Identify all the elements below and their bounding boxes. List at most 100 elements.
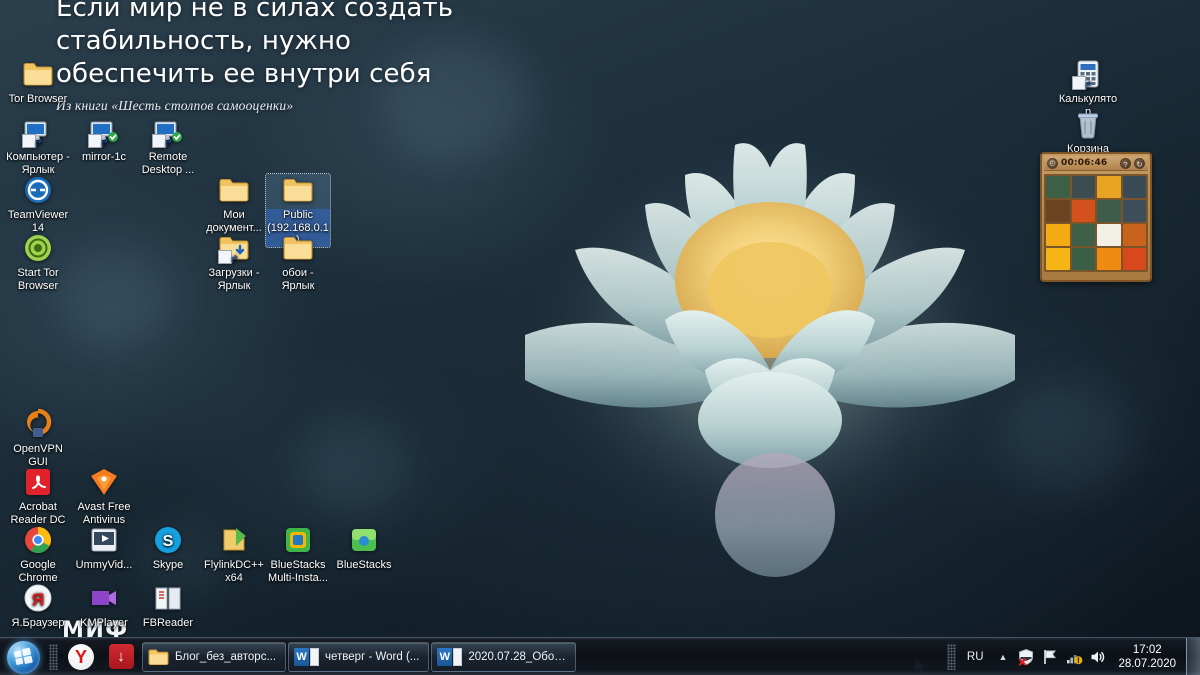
gadget-help-button[interactable]: ? [1120, 157, 1131, 169]
desktop-icon-flylinkdc[interactable]: FlylinkDC++ x64 [202, 524, 266, 584]
puzzle-tile[interactable] [1097, 200, 1121, 222]
kmplayer-icon [88, 582, 120, 614]
desktop-icon-label: Мои документ... [206, 209, 262, 234]
bokeh-blob [1000, 380, 1130, 490]
task-label: 2020.07.28_Обои_... [468, 650, 567, 663]
puzzle-tile[interactable] [1122, 176, 1146, 198]
show-desktop-button[interactable] [1186, 637, 1200, 675]
desktop-icon-fbreader[interactable]: FBReader [136, 582, 200, 630]
puzzle-tile[interactable] [1071, 224, 1095, 246]
word-icon: W [437, 647, 463, 666]
desktop-icon-my-documents[interactable]: Мои документ... [202, 174, 266, 234]
bluestacks-icon [348, 524, 380, 556]
desktop-icon-avast-free[interactable]: Avast Free Antivirus [72, 466, 136, 526]
puzzle-tile[interactable] [1071, 176, 1095, 198]
gadget-toolbar[interactable]: ◴ 00:06:46 ? ↻ [1044, 156, 1148, 171]
puzzle-tile[interactable] [1071, 200, 1095, 222]
puzzle-tile[interactable] [1097, 248, 1121, 270]
desktop-icon-label: Я.Браузер [11, 617, 65, 629]
gadget-refresh-button[interactable]: ↻ [1134, 157, 1145, 169]
desktop-icon-label: FlylinkDC++ x64 [204, 559, 264, 584]
desktop-icon-openvpn-gui[interactable]: OpenVPN GUI [6, 408, 70, 468]
desktop-icon-start-tor-browser[interactable]: Start Tor Browser [6, 232, 70, 292]
folder-icon [282, 232, 314, 264]
quote-source: Из книги «Шесть столпов самооценки» [56, 98, 294, 113]
desktop-icon-label: KMPlayer [80, 617, 128, 629]
tray-grip[interactable] [946, 643, 956, 670]
start-button[interactable] [2, 639, 46, 675]
desktop[interactable]: Если мир не в силах создать стабильность… [0, 0, 1200, 675]
antivirus-tray-icon[interactable] [1015, 646, 1037, 668]
clock-icon: ◴ [1047, 157, 1058, 169]
action-center-flag-icon[interactable] [1039, 646, 1061, 668]
language-indicator[interactable]: RU [959, 651, 992, 663]
desktop-icon-label: Google Chrome [18, 559, 58, 584]
task-explorer-folder[interactable]: Блог_без_авторс... [142, 641, 287, 672]
desktop-icon-oboi-shortcut[interactable]: обои - Ярлык [266, 232, 330, 292]
puzzle-tile[interactable] [1122, 248, 1146, 270]
desktop-icon-label: Загрузки - Ярлык [208, 267, 260, 292]
teamviewer-icon [22, 174, 54, 206]
folder-icon [22, 58, 54, 90]
desktop-icon-acrobat-reader-dc[interactable]: Acrobat Reader DC [6, 466, 70, 526]
task-label: Блог_без_авторс... [175, 650, 277, 663]
desktop-icon-remote-desktop[interactable]: Remote Desktop ... [136, 116, 200, 176]
desktop-icon-bluestacks[interactable]: BlueStacks [332, 524, 396, 572]
desktop-icon-yandex-browser[interactable]: Я Я.Браузер [6, 582, 70, 630]
puzzle-tile[interactable] [1046, 224, 1070, 246]
desktop-icon-recycle-bin[interactable]: Корзина [1056, 108, 1120, 156]
folder-icon [148, 649, 169, 665]
taskbar[interactable]: Y ↓ Блог_без_авторс... W четверг - Word … [0, 637, 1200, 675]
documents-folder-icon [218, 174, 250, 206]
acrobat-icon [22, 466, 54, 498]
desktop-icon-google-chrome[interactable]: Google Chrome [6, 524, 70, 584]
puzzle-tile[interactable] [1046, 200, 1070, 222]
quote-line-3: обеспечить ее внутри себя [56, 59, 432, 89]
puzzle-tile[interactable] [1122, 224, 1146, 246]
flylinkdc-icon [218, 524, 250, 556]
windows-logo-icon [7, 640, 40, 674]
gadget-timer: 00:06:46 [1061, 158, 1108, 168]
puzzle-tile[interactable] [1097, 224, 1121, 246]
desktop-icon-mirror-1c[interactable]: mirror-1c [72, 116, 136, 164]
task-word-oboi[interactable]: W 2020.07.28_Обои_... [431, 641, 577, 672]
desktop-icon-bluestacks-multi[interactable]: BlueStacks Multi-Insta... [266, 524, 330, 584]
puzzle-tile[interactable] [1046, 176, 1070, 198]
desktop-icon-downloads-shortcut[interactable]: Загрузки - Ярлык [202, 232, 266, 292]
desktop-icon-skype[interactable]: S Skype [136, 524, 200, 572]
task-label: четверг - Word (... [325, 650, 420, 663]
picture-puzzle-gadget[interactable]: ◴ 00:06:46 ? ↻ [1040, 152, 1152, 282]
show-hidden-icons-button[interactable]: ▲ [992, 652, 1015, 662]
recycle-bin-icon [1072, 108, 1104, 140]
quote-line-2: стабильность, нужно [56, 26, 352, 56]
puzzle-tile[interactable] [1046, 248, 1070, 270]
puzzle-grid[interactable] [1044, 174, 1148, 272]
desktop-icon-label: Acrobat Reader DC [10, 501, 66, 526]
quote-line-1: Если мир не в силах создать [56, 0, 454, 23]
pinned-download-master[interactable]: ↓ [101, 640, 141, 674]
wallpaper-quote: Если мир не в силах создать стабильность… [56, 0, 476, 114]
desktop-icon-tor-browser[interactable]: Tor Browser [6, 58, 70, 106]
desktop-icon-label: Компьютер - Ярлык [6, 151, 70, 176]
network-tray-icon[interactable] [1063, 646, 1085, 668]
puzzle-tile[interactable] [1071, 248, 1095, 270]
desktop-icon-label: обои - Ярлык [281, 267, 315, 292]
desktop-icon-computer-shortcut[interactable]: Компьютер - Ярлык [6, 116, 70, 176]
desktop-icon-label: mirror-1c [82, 151, 126, 163]
pinned-yandex-browser[interactable]: Y [61, 640, 101, 674]
taskbar-clock[interactable]: 17:02 28.07.2020 [1110, 643, 1186, 671]
volume-tray-icon[interactable] [1087, 646, 1109, 668]
puzzle-tile[interactable] [1097, 176, 1121, 198]
system-tray[interactable]: RU ▲ 17:02 28.07.2020 [944, 637, 1200, 675]
downloads-folder-icon [218, 232, 250, 264]
puzzle-tile[interactable] [1122, 200, 1146, 222]
desktop-icon-ummy-video[interactable]: UmmyVid... [72, 524, 136, 572]
task-word-chetverg[interactable]: W четверг - Word (... [288, 641, 430, 672]
ummy-video-icon [88, 524, 120, 556]
desktop-icon-teamviewer-14[interactable]: TeamViewer 14 [6, 174, 70, 234]
taskbar-grip[interactable] [49, 643, 58, 670]
desktop-icon-label: UmmyVid... [75, 559, 133, 571]
desktop-icon-kmplayer[interactable]: KMPlayer [72, 582, 136, 630]
bluestacks-multi-icon [282, 524, 314, 556]
word-icon: W [294, 647, 320, 666]
